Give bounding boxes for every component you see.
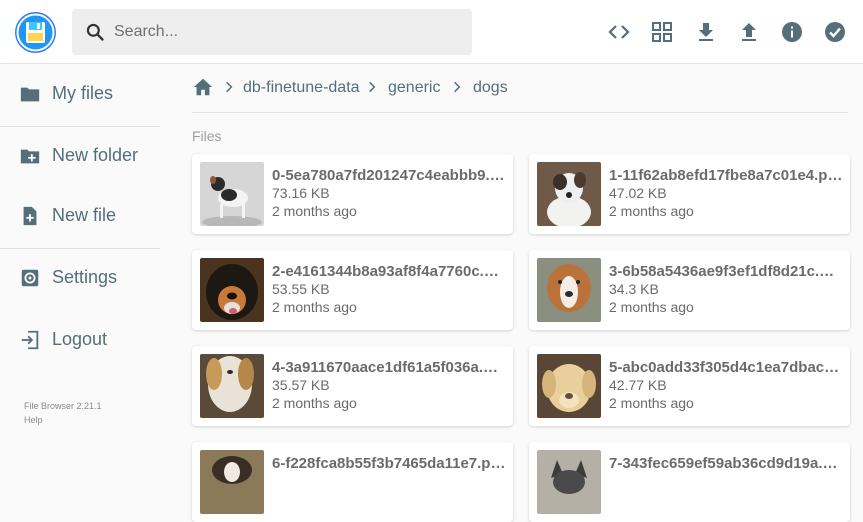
home-icon[interactable]	[192, 76, 214, 98]
upload-icon[interactable]	[737, 20, 761, 44]
file-name: 2-e4161344b8a93af8f4a7760c.png	[272, 263, 506, 280]
sidebar-item-label: Logout	[52, 329, 108, 349]
folder-icon	[20, 87, 40, 102]
chevron-right-icon	[454, 81, 461, 93]
file-modified: 2 months ago	[609, 299, 694, 315]
file-item[interactable]: 7-343fec659ef59ab36cd9d19a.png	[529, 442, 850, 522]
file-item[interactable]: 4-3a911670aace1df61a5f036a.png 35.57 KB …	[192, 346, 513, 426]
file-item[interactable]: 6-f228fca8b55f3b7465da11e7.png	[192, 442, 513, 522]
sidebar-item-new-folder[interactable]: New folder	[0, 126, 160, 186]
floppy-disk-icon	[16, 13, 55, 52]
file-thumbnail	[200, 450, 264, 514]
file-modified: 2 months ago	[609, 395, 694, 411]
chevron-right-icon	[226, 81, 233, 93]
settings-icon	[21, 269, 39, 287]
select-all-icon[interactable]	[823, 20, 847, 44]
file-item[interactable]: 3-6b58a5436ae9f3ef1df8d21c.png 34.3 KB 2…	[529, 250, 850, 330]
file-item[interactable]: 1-11f62ab8efd17fbe8a7c01e4.png 47.02 KB …	[529, 154, 850, 234]
logo[interactable]	[15, 12, 56, 53]
sidebar-item-logout[interactable]: Logout	[0, 310, 160, 370]
file-item[interactable]: 2-e4161344b8a93af8f4a7760c.png 53.55 KB …	[192, 250, 513, 330]
create-folder-icon	[20, 149, 40, 164]
file-size: 35.57 KB	[272, 377, 330, 393]
help-link[interactable]: Help	[24, 415, 43, 425]
info-icon[interactable]	[780, 20, 804, 44]
file-modified: 2 months ago	[609, 203, 694, 219]
grid-view-icon[interactable]	[650, 20, 674, 44]
header-bar	[0, 0, 863, 64]
sidebar-item-label: Settings	[52, 267, 118, 287]
file-name: 5-abc0add33f305d4c1ea7dbac.png	[609, 359, 843, 376]
breadcrumb-item[interactable]: db-finetune-data	[243, 79, 360, 97]
logout-icon	[21, 330, 39, 350]
file-size: 53.55 KB	[272, 281, 330, 297]
search-input[interactable]	[114, 9, 464, 55]
file-size: 42.77 KB	[609, 377, 667, 393]
file-item[interactable]: 5-abc0add33f305d4c1ea7dbac.png 42.77 KB …	[529, 346, 850, 426]
breadcrumb-divider	[192, 112, 848, 113]
file-modified: 2 months ago	[272, 203, 357, 219]
chevron-right-icon	[369, 81, 376, 93]
download-icon[interactable]	[694, 20, 718, 44]
search-box[interactable]	[72, 9, 472, 55]
file-size: 73.16 KB	[272, 185, 330, 201]
file-thumbnail	[537, 258, 601, 322]
file-thumbnail	[537, 162, 601, 226]
file-item[interactable]: 0-5ea780a7fd201247c4eabbb9.png 73.16 KB …	[192, 154, 513, 234]
sidebar: My files New folder New file Settings Lo…	[0, 64, 160, 470]
file-name: 4-3a911670aace1df61a5f036a.png	[272, 359, 506, 376]
file-name: 1-11f62ab8efd17fbe8a7c01e4.png	[609, 167, 843, 184]
files-section-label: Files	[192, 128, 222, 144]
breadcrumb-item[interactable]: generic	[388, 79, 440, 97]
file-thumbnail	[537, 450, 601, 514]
file-size: 34.3 KB	[609, 281, 659, 297]
sidebar-item-label: New folder	[52, 145, 139, 165]
file-thumbnail	[200, 354, 264, 418]
file-name: 3-6b58a5436ae9f3ef1df8d21c.png	[609, 263, 843, 280]
code-view-icon[interactable]	[607, 20, 631, 44]
file-name: 0-5ea780a7fd201247c4eabbb9.png	[272, 167, 506, 184]
create-file-icon	[23, 206, 37, 226]
file-thumbnail	[200, 162, 264, 226]
file-name: 7-343fec659ef59ab36cd9d19a.png	[609, 455, 843, 472]
version-text: File Browser 2.21.1	[24, 401, 102, 411]
sidebar-item-new-file[interactable]: New file	[0, 186, 160, 246]
sidebar-item-label: My files	[52, 83, 114, 103]
sidebar-item-my-files[interactable]: My files	[0, 64, 160, 124]
file-thumbnail	[200, 258, 264, 322]
sidebar-item-label: New file	[52, 205, 117, 225]
file-modified: 2 months ago	[272, 299, 357, 315]
file-thumbnail	[537, 354, 601, 418]
file-size: 47.02 KB	[609, 185, 667, 201]
sidebar-item-settings[interactable]: Settings	[0, 248, 160, 308]
file-name: 6-f228fca8b55f3b7465da11e7.png	[272, 455, 506, 472]
search-icon	[86, 23, 104, 41]
file-modified: 2 months ago	[272, 395, 357, 411]
breadcrumb-item[interactable]: dogs	[473, 79, 508, 97]
